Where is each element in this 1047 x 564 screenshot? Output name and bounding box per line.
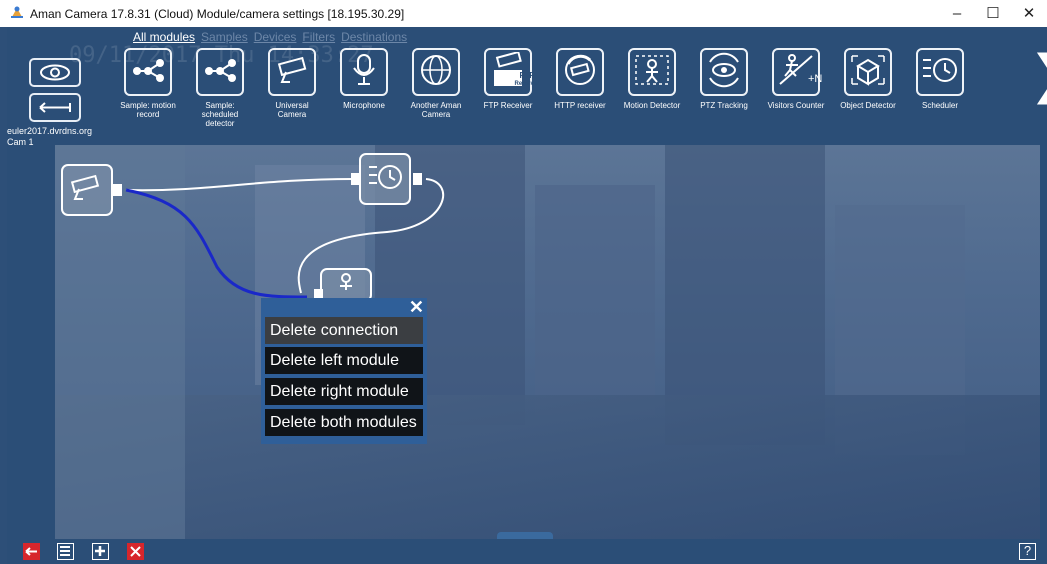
scheduler-input-port[interactable] — [351, 173, 360, 185]
scheduler-node[interactable] — [359, 153, 411, 205]
plus-icon — [93, 545, 107, 562]
maximize-button[interactable]: ☐ — [975, 0, 1011, 27]
close-window-button[interactable]: ✕ — [1011, 0, 1047, 27]
help-button[interactable]: ? — [1019, 543, 1036, 560]
back-red-button[interactable] — [23, 543, 40, 560]
app-logo-icon — [10, 5, 24, 19]
close-menu-button[interactable]: ✕ — [409, 297, 424, 317]
connection-context-menu: ✕ Delete connection Delete left module D… — [261, 297, 427, 444]
delete-left-module-item[interactable]: Delete left module — [265, 347, 423, 374]
app-area: All modules Samples Devices Filters Destinat… — [7, 27, 1047, 564]
bottom-toolbar: ? — [7, 539, 1047, 564]
camera-node[interactable] — [61, 164, 113, 216]
scheduler-output-port[interactable] — [413, 173, 422, 185]
title-bar: Aman Camera 17.8.31 (Cloud) Module/camer… — [0, 0, 1047, 27]
delete-right-module-item[interactable]: Delete right module — [265, 378, 423, 405]
delete-both-modules-item[interactable]: Delete both modules — [265, 409, 423, 436]
motion-detector-node[interactable] — [320, 268, 372, 302]
list-icon — [58, 545, 72, 562]
schedule-clock-icon — [365, 157, 405, 202]
connection-lines — [125, 178, 444, 299]
camera-output-port[interactable] — [113, 184, 122, 196]
delete-connection-item[interactable]: Delete connection — [265, 317, 423, 344]
window-title: Aman Camera 17.8.31 (Cloud) Module/camer… — [30, 7, 405, 21]
delete-button[interactable] — [127, 543, 144, 560]
x-icon — [127, 546, 144, 564]
arrow-left-icon — [23, 547, 40, 564]
list-button[interactable] — [57, 543, 74, 560]
camera-icon — [67, 173, 107, 208]
add-button[interactable] — [92, 543, 109, 560]
minimize-button[interactable]: – — [939, 0, 975, 27]
